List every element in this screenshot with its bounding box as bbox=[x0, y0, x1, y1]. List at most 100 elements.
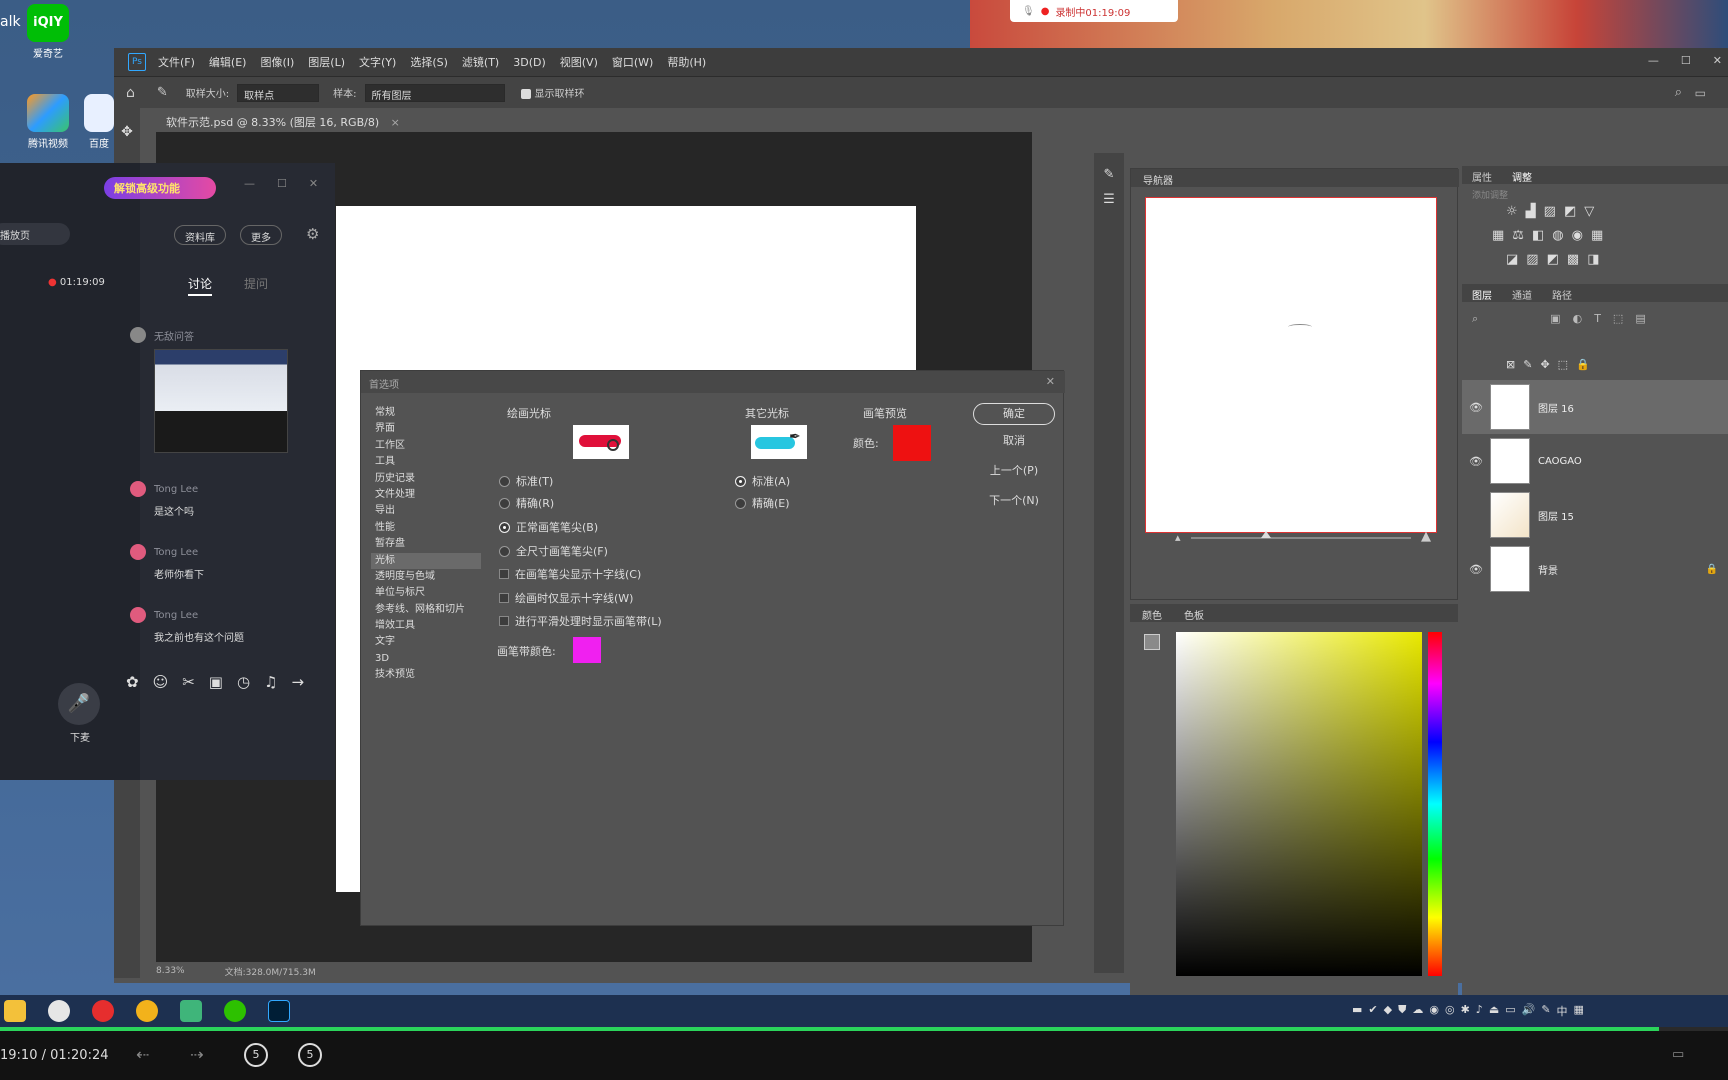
selective-color-icon[interactable]: ▩ bbox=[1567, 252, 1579, 267]
brush-settings-icon[interactable]: ✎ bbox=[1094, 167, 1124, 182]
brush-leash-color-swatch[interactable] bbox=[573, 637, 601, 663]
layer-row[interactable]: 👁 图层 15 bbox=[1462, 488, 1728, 542]
menu-image[interactable]: 图像(I) bbox=[260, 54, 294, 70]
photo-filter-icon[interactable]: ◍ bbox=[1552, 228, 1563, 243]
menu-help[interactable]: 帮助(H) bbox=[667, 54, 706, 70]
radio-button[interactable] bbox=[499, 475, 510, 487]
app-tray-icon[interactable]: ◆ bbox=[1384, 1003, 1392, 1019]
exposure-icon[interactable]: ◩ bbox=[1564, 204, 1576, 219]
black-white-icon[interactable]: ◧ bbox=[1532, 228, 1544, 243]
category-interface[interactable]: 界面 bbox=[371, 421, 481, 437]
netease-music-icon[interactable] bbox=[92, 1000, 114, 1022]
clock-icon[interactable]: ◷ bbox=[237, 673, 250, 691]
curves-icon[interactable]: ▨ bbox=[1544, 204, 1556, 219]
zoom-out-icon[interactable]: ▴ bbox=[1175, 531, 1181, 544]
category-3d[interactable]: 3D bbox=[371, 651, 481, 667]
forward-arrow-icon[interactable]: ⇢ bbox=[190, 1045, 203, 1064]
tab-questions[interactable]: 提问 bbox=[244, 275, 268, 292]
category-guides-grid[interactable]: 参考线、网格和切片 bbox=[371, 602, 481, 618]
category-transparency[interactable]: 透明度与色域 bbox=[371, 569, 481, 585]
crosshair-while-painting-checkbox[interactable]: 绘画时仅显示十字线(W) bbox=[499, 588, 633, 608]
tab-adjustments[interactable]: 调整 bbox=[1512, 169, 1532, 184]
display-icon[interactable]: ▭ bbox=[1505, 1003, 1515, 1019]
scissors-icon[interactable]: ✂ bbox=[182, 673, 195, 691]
tab-layers[interactable]: 图层 bbox=[1472, 287, 1492, 302]
photoshop-icon[interactable] bbox=[268, 1000, 290, 1022]
category-tech-preview[interactable]: 技术预览 bbox=[371, 667, 481, 683]
emoji-icon[interactable]: ☺ bbox=[153, 673, 169, 691]
grid-icon[interactable]: ▦ bbox=[1574, 1003, 1584, 1019]
navigator-preview[interactable] bbox=[1145, 197, 1437, 533]
visibility-eye-icon[interactable]: 👁 bbox=[1462, 563, 1490, 576]
baidu-desktop-shortcut[interactable]: 百度 bbox=[84, 94, 114, 150]
search-icon[interactable]: ⌕ bbox=[1472, 312, 1478, 326]
filter-type-icon[interactable]: T bbox=[1594, 312, 1601, 326]
filter-pixel-icon[interactable]: ▣ bbox=[1550, 312, 1560, 326]
vibrance-icon[interactable]: ▽ bbox=[1584, 204, 1594, 219]
levels-icon[interactable]: ▟ bbox=[1526, 204, 1536, 219]
tab-swatches[interactable]: 色板 bbox=[1184, 607, 1204, 622]
screenshot-thumbnail[interactable] bbox=[154, 349, 288, 453]
lock-position-icon[interactable]: ✥ bbox=[1540, 358, 1549, 371]
pen-icon[interactable]: ✎ bbox=[1541, 1003, 1550, 1019]
sample-size-select[interactable]: 取样点 bbox=[237, 83, 320, 102]
layer-row[interactable]: 👁 图层 16 bbox=[1462, 380, 1728, 434]
lock-pixels-icon[interactable]: ✎ bbox=[1523, 358, 1532, 371]
category-type[interactable]: 文字 bbox=[371, 634, 481, 650]
lock-artboard-icon[interactable]: ⬚ bbox=[1558, 358, 1568, 371]
color-lookup-icon[interactable]: ▦ bbox=[1591, 228, 1603, 243]
cloud-tray-icon[interactable]: ☁ bbox=[1412, 1003, 1423, 1019]
checkbox[interactable] bbox=[499, 593, 509, 603]
tencent-video-desktop-shortcut[interactable]: 腾讯视频 bbox=[18, 94, 78, 150]
menu-window[interactable]: 窗口(W) bbox=[612, 54, 653, 70]
recording-indicator[interactable]: 🎙 ● 录制中01:19:09 bbox=[1010, 0, 1178, 22]
adjust-panel-icon[interactable]: ☰ bbox=[1094, 192, 1124, 207]
close-tab-icon[interactable]: × bbox=[391, 116, 400, 129]
category-tools[interactable]: 工具 bbox=[371, 454, 481, 470]
radio-button[interactable] bbox=[735, 497, 746, 509]
sample-select[interactable]: 所有图层 bbox=[364, 83, 505, 102]
move-tool-icon[interactable]: ✥ bbox=[114, 124, 140, 140]
back-arrow-icon[interactable]: ⇠ bbox=[136, 1045, 149, 1064]
minimize-icon[interactable]: — bbox=[244, 177, 255, 190]
hue-slider[interactable] bbox=[1428, 632, 1442, 976]
radio-button[interactable] bbox=[499, 545, 510, 557]
settings-icon[interactable]: ⚙ bbox=[306, 225, 319, 243]
lock-transparent-icon[interactable]: ⊠ bbox=[1506, 358, 1515, 371]
category-cursors[interactable]: 光标 bbox=[371, 552, 481, 569]
fullscreen-icon[interactable]: ▭ bbox=[1672, 1047, 1684, 1062]
gradient-map-icon[interactable]: ◨ bbox=[1587, 252, 1599, 267]
category-plugins[interactable]: 增效工具 bbox=[371, 618, 481, 634]
workspace-icon[interactable]: ▭ bbox=[1695, 86, 1706, 100]
document-tab[interactable]: 软件示范.psd @ 8.33% (图层 16, RGB/8) × bbox=[156, 110, 498, 132]
upgrade-badge[interactable]: 解锁高级功能 bbox=[104, 177, 216, 199]
menu-filter[interactable]: 滤镜(T) bbox=[462, 54, 499, 70]
folder-tray-icon[interactable]: ▬ bbox=[1352, 1003, 1362, 1019]
category-workspace[interactable]: 工作区 bbox=[371, 438, 481, 454]
tab-properties[interactable]: 属性 bbox=[1472, 169, 1492, 184]
painting-standard-option[interactable]: 标准(T) bbox=[499, 471, 553, 491]
layer-row[interactable]: 👁 背景 🔒 bbox=[1462, 542, 1728, 596]
radio-button[interactable] bbox=[499, 521, 510, 533]
threshold-icon[interactable]: ◩ bbox=[1547, 252, 1559, 267]
show-crosshair-checkbox[interactable]: 在画笔笔尖显示十字线(C) bbox=[499, 564, 641, 584]
forward-5s-icon[interactable]: 5 bbox=[298, 1043, 322, 1067]
tab-color[interactable]: 颜色 bbox=[1142, 607, 1162, 622]
tab-paths[interactable]: 路径 bbox=[1552, 287, 1572, 302]
brightness-icon[interactable]: ☼ bbox=[1506, 204, 1518, 219]
radio-button[interactable] bbox=[735, 475, 746, 487]
menu-select[interactable]: 选择(S) bbox=[410, 54, 448, 70]
lock-all-icon[interactable]: 🔒 bbox=[1576, 358, 1590, 371]
image-icon[interactable]: ▣ bbox=[209, 673, 223, 691]
menu-view[interactable]: 视图(V) bbox=[560, 54, 598, 70]
category-history[interactable]: 历史记录 bbox=[371, 471, 481, 487]
other-precise-option[interactable]: 精确(E) bbox=[735, 493, 790, 513]
file-explorer-icon[interactable] bbox=[4, 1000, 26, 1022]
chat-tray-icon[interactable]: ◉ bbox=[1429, 1003, 1439, 1019]
category-units-rulers[interactable]: 单位与标尺 bbox=[371, 585, 481, 601]
zoom-level[interactable]: 8.33% bbox=[156, 966, 185, 976]
navigator-header[interactable]: 导航器 bbox=[1131, 169, 1459, 187]
eyedropper-icon[interactable]: ✎ bbox=[157, 85, 168, 100]
usb-icon[interactable]: ⏏ bbox=[1489, 1003, 1499, 1019]
hue-saturation-icon[interactable]: ▦ bbox=[1492, 228, 1504, 243]
